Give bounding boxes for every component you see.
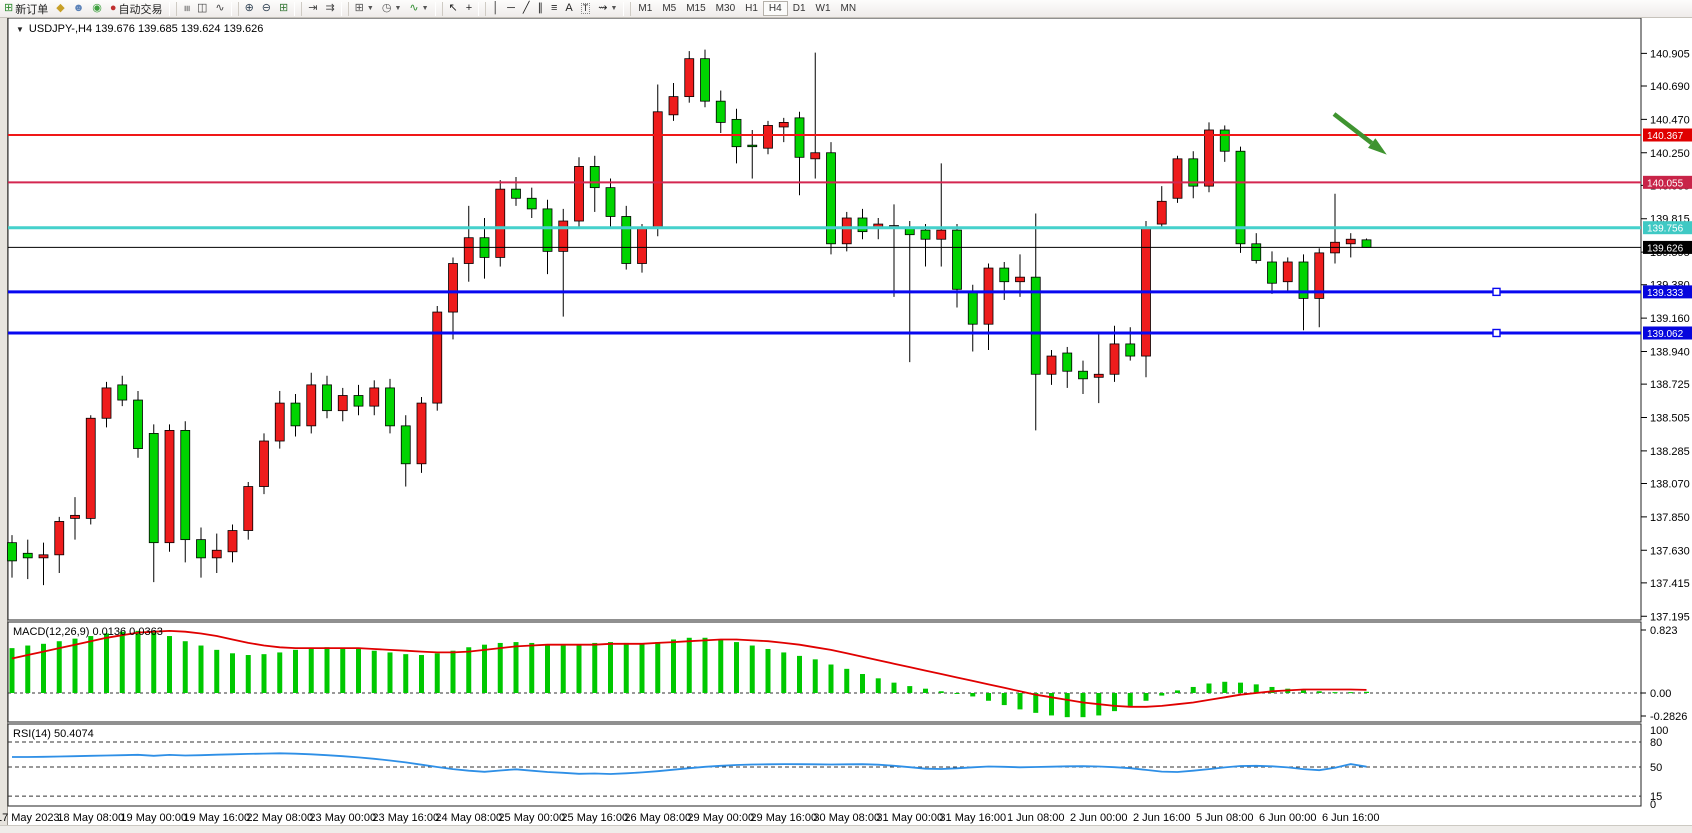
rsi-indicator-label: RSI(14) 50.4074: [13, 728, 94, 740]
toolbar-separator: [478, 2, 486, 16]
clock-icon: ◷: [382, 3, 392, 14]
timeframe-button-mn[interactable]: MN: [836, 1, 862, 16]
zoom-in-button[interactable]: ⊕: [241, 1, 258, 16]
tile-windows-button[interactable]: ⊞: [275, 1, 292, 16]
indicators-icon: ∿: [409, 3, 418, 14]
label-button[interactable]: T: [577, 1, 595, 16]
signals-button[interactable]: ◉: [88, 1, 106, 16]
zoom-out-button[interactable]: ⊖: [258, 1, 275, 16]
timeframe-button-m30[interactable]: M30: [711, 1, 740, 16]
main-chart-pane[interactable]: [8, 18, 1641, 620]
shift-chart-button[interactable]: ⇥: [304, 1, 321, 16]
text-button[interactable]: A: [561, 1, 576, 16]
cursor-icon: ↖: [449, 3, 458, 14]
zoom-in-icon: ⊕: [245, 3, 254, 14]
autotrading-button-label: 自动交易: [119, 1, 163, 17]
new-chart-icon: ⊞: [355, 3, 364, 14]
time-axis[interactable]: [8, 808, 1641, 824]
styles-button[interactable]: ◆: [52, 1, 68, 16]
arrow-objects-icon: ⇝: [598, 3, 607, 14]
new-chart-button[interactable]: ⊞▼: [351, 1, 378, 16]
main-toolbar: ⊞新订单◆☻◉●自动交易≡◫∿⊕⊖⊞⇥⇉⊞▼◷▼∿▼↖+│─╱∥≡AT⇝▼M1M…: [0, 0, 1692, 18]
indicators-button[interactable]: ∿▼: [405, 1, 432, 16]
paint-bucket-icon: ◆: [56, 3, 64, 14]
new-order-button[interactable]: ⊞新订单: [0, 1, 52, 16]
price-axis[interactable]: [1642, 18, 1692, 806]
channel-button[interactable]: ∥: [533, 1, 547, 16]
profile-button[interactable]: ☻: [69, 1, 89, 16]
trendline-icon: ╱: [523, 3, 530, 14]
timeframe-button-w1[interactable]: W1: [811, 1, 836, 16]
bar-chart-icon: ≡: [180, 5, 191, 11]
vline-button[interactable]: │: [488, 1, 503, 16]
timeframe-button-m5[interactable]: M5: [657, 1, 681, 16]
zoom-out-icon: ⊖: [262, 3, 271, 14]
tile-windows-icon: ⊞: [279, 3, 288, 14]
trading-terminal-window: ⊞新订单◆☻◉●自动交易≡◫∿⊕⊖⊞⇥⇉⊞▼◷▼∿▼↖+│─╱∥≡AT⇝▼M1M…: [0, 0, 1692, 833]
autotrading-button[interactable]: ●自动交易: [106, 1, 167, 16]
dropdown-arrow-icon: ▼: [394, 5, 401, 12]
candlestick-chart-icon: ◫: [197, 3, 207, 14]
periods-button[interactable]: ◷▼: [378, 1, 406, 16]
dropdown-arrow-icon: ▼: [367, 5, 374, 12]
hline-button[interactable]: ─: [503, 1, 519, 16]
chevron-down-icon: ▼: [16, 25, 24, 34]
macd-indicator-label: MACD(12,26,9) 0.0136 0.0363: [13, 626, 163, 638]
dropdown-arrow-icon: ▼: [610, 5, 617, 12]
profile-icon: ☻: [73, 3, 85, 14]
cursor-button[interactable]: ↖: [445, 1, 462, 16]
trendline-button[interactable]: ╱: [519, 1, 534, 16]
rsi-pane[interactable]: [8, 724, 1641, 806]
vertical-line-icon: │: [492, 3, 499, 14]
toolbar-separator: [294, 2, 302, 16]
channel-icon: ∥: [537, 3, 543, 14]
fibo-button[interactable]: ≡: [547, 1, 561, 16]
new-order-button-label: 新订单: [15, 1, 48, 17]
shift-end-icon: ⇥: [308, 3, 317, 14]
dropdown-arrow-icon: ▼: [422, 5, 429, 12]
timeframe-button-h1[interactable]: H1: [740, 1, 763, 16]
line-chart-button[interactable]: ∿: [211, 1, 228, 16]
bar-chart-button[interactable]: ≡: [179, 1, 193, 16]
timeframe-button-h4[interactable]: H4: [763, 1, 788, 16]
timeframe-button-m15[interactable]: M15: [681, 1, 710, 16]
text-label-icon: T: [581, 3, 591, 14]
toolbar-separator: [169, 2, 177, 16]
autoscroll-button[interactable]: ⇉: [321, 1, 338, 16]
chart-title-text: USDJPY-,H4 139.676 139.685 139.624 139.6…: [29, 23, 263, 35]
toolbar-separator: [623, 2, 631, 16]
toolbar-separator: [231, 2, 239, 16]
new-order-icon: ⊞: [4, 3, 13, 14]
toolbar-separator: [341, 2, 349, 16]
timeframe-button-m1[interactable]: M1: [633, 1, 657, 16]
crosshair-button[interactable]: +: [462, 1, 476, 16]
chart-title: ▼ USDJPY-,H4 139.676 139.685 139.624 139…: [16, 23, 263, 35]
toolbar-separator: [435, 2, 443, 16]
horizontal-line-icon: ─: [507, 3, 515, 14]
macd-pane[interactable]: [8, 622, 1641, 722]
arrows-button[interactable]: ⇝▼: [594, 1, 621, 16]
crosshair-icon: +: [466, 3, 472, 14]
text-icon: A: [565, 3, 572, 14]
autoscroll-icon: ⇉: [325, 3, 334, 14]
line-chart-icon: ∿: [215, 3, 224, 14]
candle-chart-button[interactable]: ◫: [193, 1, 211, 16]
timeframe-button-d1[interactable]: D1: [788, 1, 811, 16]
signal-icon: ◉: [92, 3, 102, 14]
autotrading-icon: ●: [110, 3, 117, 14]
fibonacci-icon: ≡: [551, 3, 557, 14]
